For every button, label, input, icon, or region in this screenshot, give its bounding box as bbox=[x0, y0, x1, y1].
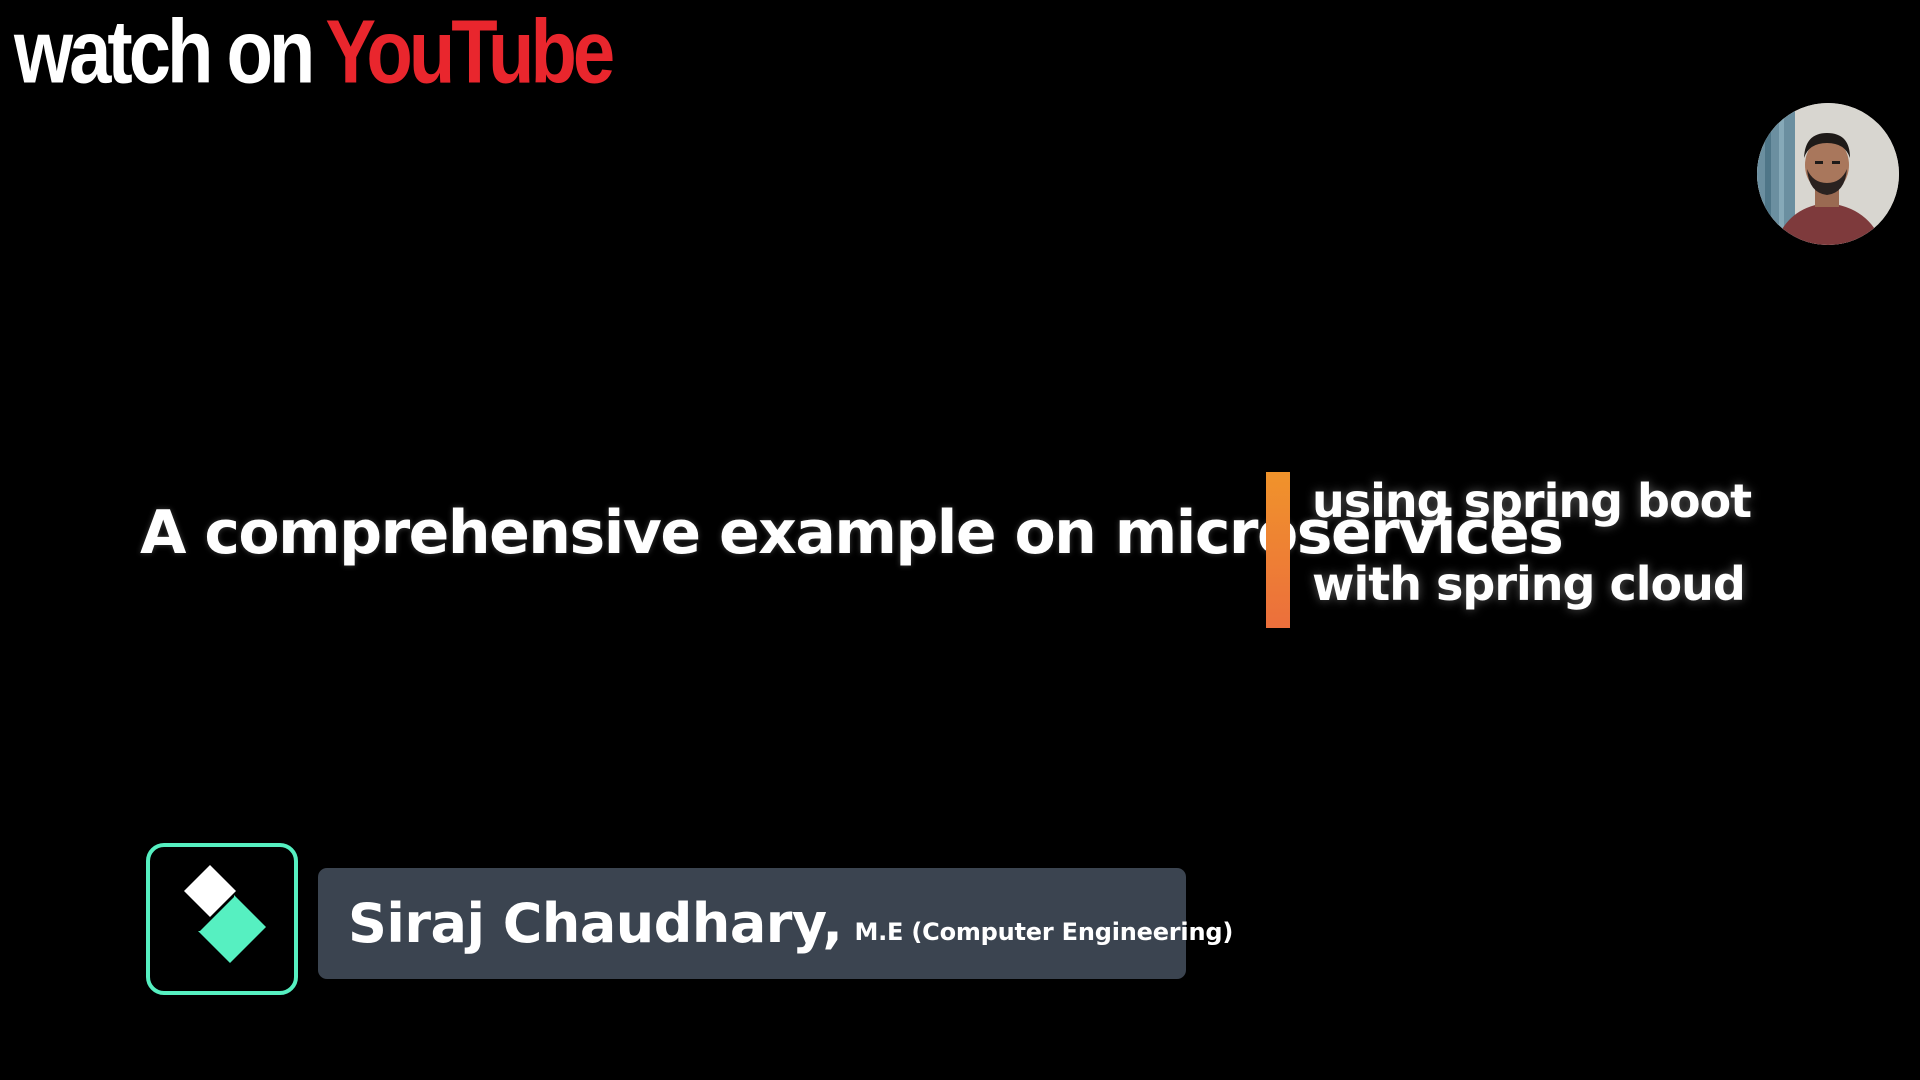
video-frame: watch on YouTube A comprehensive example … bbox=[0, 0, 1920, 1080]
subtitle-line-2: with spring cloud bbox=[1312, 557, 1746, 611]
subtitle-line-1: using spring boot bbox=[1312, 474, 1752, 528]
name-plate: Siraj Chaudhary, M.E (Computer Engineeri… bbox=[318, 868, 1233, 979]
watermark-prefix: watch on bbox=[14, 2, 315, 103]
presenter-credential: M.E (Computer Engineering) bbox=[854, 917, 1234, 946]
title-accent-bar bbox=[1266, 472, 1290, 628]
presenter-name: Siraj Chaudhary, bbox=[348, 891, 843, 955]
filmora-logo-icon bbox=[146, 843, 298, 995]
person-avatar-icon bbox=[1757, 103, 1899, 245]
watermark-brand: YouTube bbox=[325, 2, 615, 103]
youtube-watermark: watch on YouTube bbox=[14, 7, 615, 98]
webcam-avatar bbox=[1757, 103, 1899, 245]
logo-mark bbox=[184, 865, 266, 963]
